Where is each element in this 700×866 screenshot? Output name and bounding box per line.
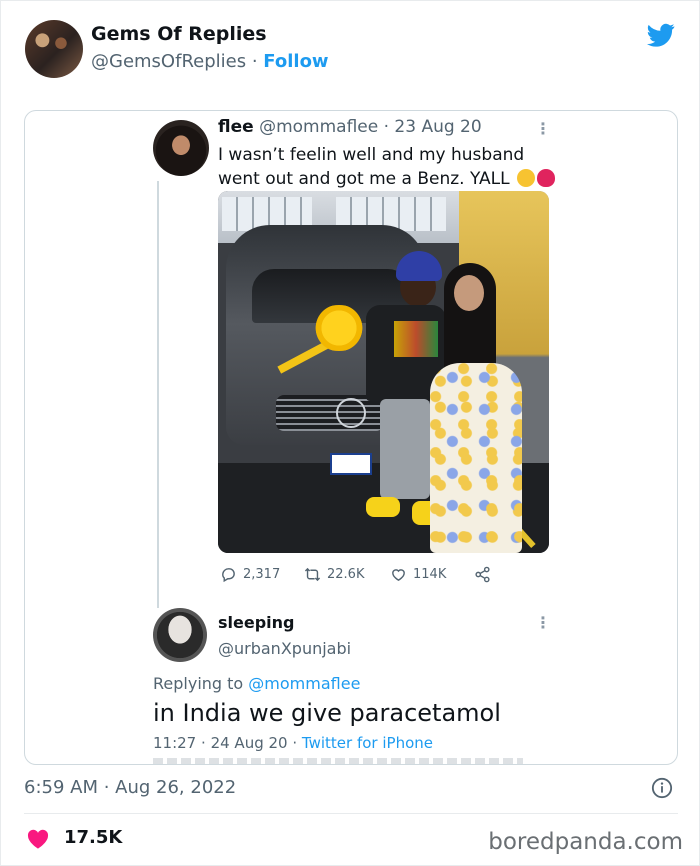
replying-to-line: Replying to @mommaflee (153, 674, 360, 693)
flee-avatar[interactable] (153, 120, 209, 176)
photo-woman (430, 263, 522, 553)
flee-meta: flee @mommaflee · 23 Aug 20 (218, 117, 482, 137)
woman-face (454, 275, 484, 311)
retweet-icon (304, 567, 321, 582)
more-options-icon[interactable]: ⋮ (535, 613, 551, 632)
weary-face-emoji-icon (517, 169, 536, 187)
reply-meta-separator: · (292, 734, 298, 752)
replying-prefix: Replying to (153, 674, 244, 693)
car-bow (308, 305, 370, 351)
reply-action[interactable]: 2,317 (220, 566, 280, 583)
watermark: boredpanda.com (488, 829, 683, 855)
reply-client[interactable]: Twitter for iPhone (302, 734, 433, 752)
flee-display-name[interactable]: flee (218, 117, 254, 137)
author-handle-row: @GemsOfReplies · Follow (91, 51, 329, 72)
tweet-actions: 2,317 22.6K 114K (218, 563, 548, 585)
reply-display-name[interactable]: sleeping (218, 613, 295, 632)
red-heart-emoji-icon (537, 169, 556, 187)
reply-meta-separator: · (201, 734, 206, 752)
reply-text: in India we give paracetamol (153, 699, 501, 727)
handle-separator: · (251, 51, 258, 72)
man-shoe (366, 497, 400, 517)
tweet-photo[interactable] (218, 191, 549, 553)
reply-count: 2,317 (243, 567, 281, 582)
woman-dress (430, 363, 522, 553)
more-options-icon[interactable]: ⋮ (535, 119, 551, 138)
flee-tweet-body: I wasn’t feelin well and my husband went… (218, 145, 525, 189)
twitter-bird-icon[interactable] (645, 21, 677, 49)
author-avatar[interactable] (25, 20, 83, 78)
like-total[interactable]: 17.5K (64, 827, 122, 848)
retweet-action[interactable]: 22.6K (304, 566, 364, 583)
cropped-text-edge (153, 758, 523, 764)
thread-line (157, 181, 159, 608)
reply-meta: 11:27 · 24 Aug 20 · Twitter for iPhone (153, 734, 433, 752)
reply-icon (222, 568, 235, 583)
author-name[interactable]: Gems Of Replies (91, 23, 267, 45)
flee-separator: · (383, 117, 390, 137)
tweet-timestamp[interactable]: 6:59 AM · Aug 26, 2022 (24, 777, 236, 798)
like-count: 114K (413, 567, 447, 582)
follow-button[interactable]: Follow (263, 51, 328, 72)
reply-date[interactable]: 24 Aug 20 (211, 734, 288, 752)
flee-date[interactable]: 23 Aug 20 (394, 117, 481, 137)
reply-time[interactable]: 11:27 (153, 734, 196, 752)
car-logo (336, 398, 366, 428)
heart-icon[interactable] (27, 829, 49, 849)
flee-handle[interactable]: @mommaflee (259, 117, 378, 137)
tweet-card: Gems Of Replies @GemsOfReplies · Follow … (0, 0, 700, 866)
author-handle[interactable]: @GemsOfReplies (91, 51, 246, 72)
share-action[interactable] (474, 566, 491, 583)
reply-handle[interactable]: @urbanXpunjabi (218, 639, 351, 658)
info-icon[interactable] (651, 777, 673, 799)
man-legs (380, 399, 430, 499)
retweet-count: 22.6K (327, 567, 365, 582)
replying-mention[interactable]: @mommaflee (248, 674, 360, 693)
share-icon (475, 566, 490, 583)
footer-divider (24, 813, 678, 814)
sleeping-avatar[interactable] (153, 608, 207, 662)
like-icon (392, 569, 405, 581)
like-action[interactable]: 114K (390, 566, 446, 583)
